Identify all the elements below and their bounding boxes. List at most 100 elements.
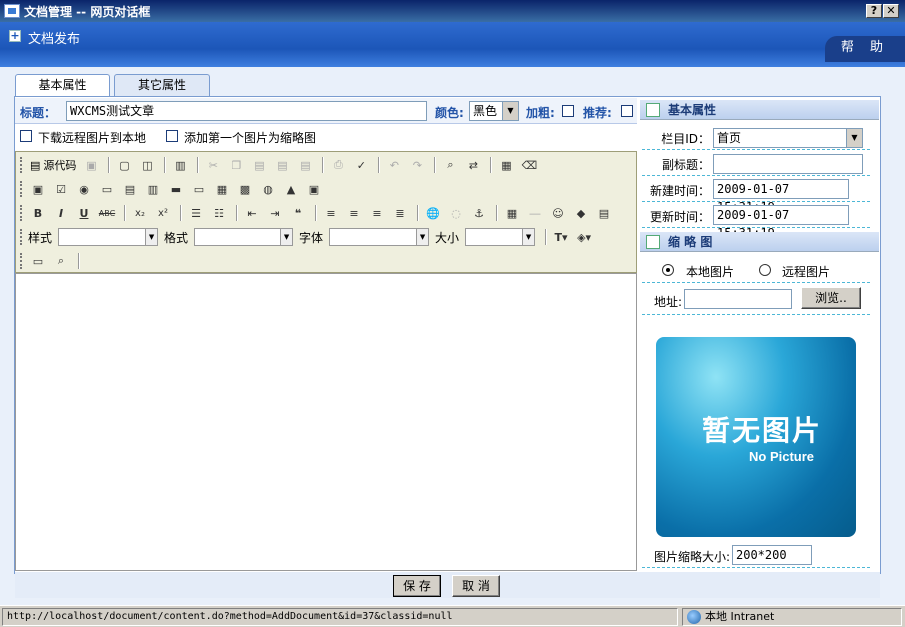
templates-icon[interactable]: ▥ xyxy=(170,156,190,174)
remote-image-radio[interactable] xyxy=(759,264,771,276)
color-label: 颜色: xyxy=(435,106,464,120)
align-center-icon[interactable]: ≡ xyxy=(344,204,364,222)
horizontal-rule-icon[interactable]: ― xyxy=(525,204,545,222)
thumb-size-input[interactable]: 200*200 xyxy=(732,545,812,565)
chevron-down-icon: ▼ xyxy=(280,229,293,245)
bold-checkbox[interactable] xyxy=(562,105,574,117)
first-thumb-checkbox[interactable] xyxy=(166,130,178,142)
table-insert-icon[interactable]: ▲ xyxy=(281,180,301,198)
spellcheck-icon[interactable]: ✓ xyxy=(351,156,371,174)
special-char-icon[interactable]: ▣ xyxy=(304,180,324,198)
preview-icon[interactable]: ◫ xyxy=(137,156,157,174)
align-left-icon[interactable]: ≡ xyxy=(321,204,341,222)
recommend-label: 推荐: xyxy=(583,106,612,120)
link-icon[interactable]: 🌐 xyxy=(423,204,443,222)
checklist-icon xyxy=(646,103,660,117)
textfield-icon[interactable]: ▭ xyxy=(97,180,117,198)
show-blocks-icon[interactable]: ⌕ xyxy=(51,252,71,270)
recommend-checkbox[interactable] xyxy=(621,105,633,117)
radio-icon[interactable]: ◉ xyxy=(74,180,94,198)
cancel-button[interactable]: 取 消 xyxy=(452,575,500,597)
copy-icon[interactable]: ❐ xyxy=(226,156,246,174)
download-remote-label: 下载远程图片到本地 xyxy=(38,131,147,145)
flash-icon[interactable]: ◍ xyxy=(258,180,278,198)
bold-icon[interactable]: B xyxy=(28,204,48,222)
chevron-down-icon: ▼ xyxy=(145,229,158,245)
image-button-icon[interactable]: ▭ xyxy=(189,180,209,198)
superscript-icon[interactable]: x² xyxy=(153,204,173,222)
download-remote-checkbox[interactable] xyxy=(20,130,32,142)
find-icon[interactable]: ⌕ xyxy=(440,156,460,174)
subscript-icon[interactable]: x₂ xyxy=(130,204,150,222)
help-button[interactable]: 帮 助 xyxy=(825,36,905,62)
align-right-icon[interactable]: ≡ xyxy=(367,204,387,222)
indent-icon[interactable]: ⇥ xyxy=(265,204,285,222)
special-char2-icon[interactable]: ◆ xyxy=(571,204,591,222)
print-icon[interactable]: ⎙ xyxy=(328,156,348,174)
editor-content-area[interactable] xyxy=(15,273,637,571)
close-window-button[interactable]: ✕ xyxy=(883,4,899,18)
font-label: 字体 xyxy=(299,230,324,245)
button-field-icon[interactable]: ▬ xyxy=(166,180,186,198)
updated-time-input[interactable]: 2009-01-07 15:31:19 xyxy=(713,205,849,240)
format-select[interactable]: ▼ xyxy=(194,228,294,246)
size-select[interactable]: ▼ xyxy=(465,228,536,246)
redo-icon[interactable]: ↷ xyxy=(407,156,427,174)
align-justify-icon[interactable]: ≣ xyxy=(390,204,410,222)
action-bar xyxy=(15,572,880,598)
size-label: 大小 xyxy=(435,230,460,245)
form-icon[interactable]: ▣ xyxy=(28,180,48,198)
hidden-field-icon[interactable]: ▦ xyxy=(212,180,232,198)
cut-icon[interactable]: ✂ xyxy=(203,156,223,174)
fit-window-icon[interactable]: ▭ xyxy=(28,252,48,270)
unlink-icon[interactable]: ◌ xyxy=(446,204,466,222)
unordered-list-icon[interactable]: ☷ xyxy=(209,204,229,222)
underline-icon[interactable]: U xyxy=(74,204,94,222)
font-select[interactable]: ▼ xyxy=(329,228,430,246)
textarea-icon[interactable]: ▤ xyxy=(120,180,140,198)
blockquote-icon[interactable]: ❝ xyxy=(288,204,308,222)
title-label: 标题： xyxy=(20,106,57,120)
color-select[interactable]: 黑色 ▼ xyxy=(469,101,519,121)
tab-other[interactable]: 其它属性 xyxy=(114,74,210,96)
expand-icon: + xyxy=(9,29,21,42)
paste-icon[interactable]: ▤ xyxy=(249,156,269,174)
save-template-icon[interactable]: ▣ xyxy=(81,156,101,174)
subtitle-input[interactable] xyxy=(713,154,863,174)
tab-basic[interactable]: 基本属性 xyxy=(15,74,110,96)
table-icon[interactable]: ▦ xyxy=(502,204,522,222)
save-button[interactable]: 保 存 xyxy=(393,575,441,597)
source-button[interactable]: ▤ 源代码 xyxy=(28,156,78,174)
checkbox-icon[interactable]: ☑ xyxy=(51,180,71,198)
image-icon[interactable]: ▩ xyxy=(235,180,255,198)
ordered-list-icon[interactable]: ☰ xyxy=(186,204,206,222)
paste-word-icon[interactable]: ▤ xyxy=(295,156,315,174)
anchor-icon[interactable]: ⚓ xyxy=(469,204,489,222)
thumbnail-preview: 暂无图片 No Picture xyxy=(656,337,856,537)
text-color-icon[interactable]: T▾ xyxy=(551,228,571,246)
remove-format-icon[interactable]: ⌫ xyxy=(519,156,539,174)
address-input[interactable] xyxy=(684,289,792,309)
select-all-icon[interactable]: ▦ xyxy=(496,156,516,174)
select-field-icon[interactable]: ▥ xyxy=(143,180,163,198)
column-id-select[interactable]: 首页 ▼ xyxy=(713,128,863,148)
outdent-icon[interactable]: ⇤ xyxy=(242,204,262,222)
help-title-button[interactable]: ? xyxy=(866,4,882,18)
page-break-icon[interactable]: ▤ xyxy=(594,204,614,222)
bg-color-icon[interactable]: ◈▾ xyxy=(574,228,594,246)
undo-icon[interactable]: ↶ xyxy=(384,156,404,174)
status-url: http://localhost/document/content.do?met… xyxy=(2,608,678,626)
browse-button[interactable]: 浏览.. xyxy=(801,287,861,309)
new-page-icon[interactable]: ▢ xyxy=(114,156,134,174)
strike-icon[interactable]: ABC xyxy=(97,204,117,222)
paste-text-icon[interactable]: ▤ xyxy=(272,156,292,174)
local-image-radio[interactable] xyxy=(662,264,674,276)
toolbar-grip xyxy=(20,253,24,269)
smiley-icon[interactable]: ☺ xyxy=(548,204,568,222)
chevron-down-icon: ▼ xyxy=(522,229,535,245)
replace-icon[interactable]: ⇄ xyxy=(463,156,483,174)
style-select[interactable]: ▼ xyxy=(58,228,159,246)
created-time-input[interactable]: 2009-01-07 15:31:19 xyxy=(713,179,849,214)
title-input[interactable]: WXCMS测试文章 xyxy=(66,101,427,121)
italic-icon[interactable]: I xyxy=(51,204,71,222)
